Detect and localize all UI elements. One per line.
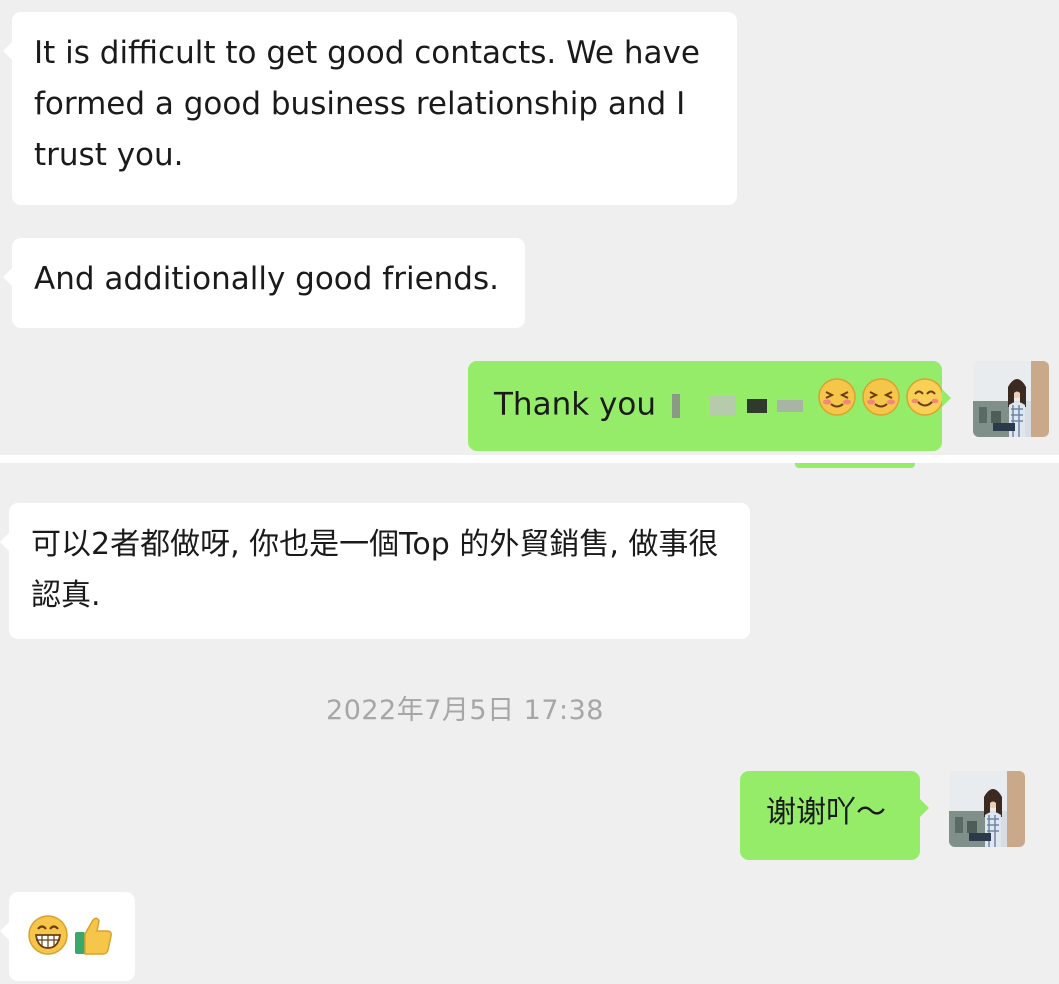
squinting-blush-emoji	[861, 377, 901, 433]
smiling-face-emoji	[905, 377, 945, 433]
user-avatar[interactable]	[973, 361, 1049, 437]
message-text: 谢谢吖～	[766, 795, 886, 830]
message-text: And additionally good friends.	[34, 261, 499, 297]
grinning-face-emoji	[27, 914, 69, 972]
message-text: It is difficult to get good contacts. We…	[34, 35, 700, 173]
thumbs-up-emoji	[73, 914, 113, 972]
squinting-blush-emoji	[817, 377, 857, 433]
received-message-bubble[interactable]: It is difficult to get good contacts. We…	[3, 12, 737, 205]
message-text: 可以2者都做呀, 你也是一個Top 的外貿銷售, 做事很認真.	[31, 527, 719, 613]
chat-panel-top: It is difficult to get good contacts. We…	[0, 0, 1059, 455]
received-message-bubble[interactable]: And additionally good friends.	[3, 238, 525, 328]
screenshot-divider	[0, 455, 1059, 463]
sent-message-bubble[interactable]: Thank you	[468, 361, 951, 451]
message-text: Thank you	[494, 386, 656, 423]
message-timestamp: 2022年7月5日 17:38	[326, 695, 604, 726]
received-message-bubble[interactable]	[0, 892, 135, 981]
received-message-bubble[interactable]: 可以2者都做呀, 你也是一個Top 的外貿銷售, 做事很認真.	[0, 503, 750, 639]
sent-message-bubble[interactable]: 谢谢吖～	[740, 771, 929, 860]
sent-bubble-edge	[795, 463, 915, 468]
chat-panel-bottom: 可以2者都做呀, 你也是一個Top 的外貿銷售, 做事很認真. 2022年7月5…	[0, 463, 1059, 984]
redacted-name	[671, 380, 804, 431]
user-avatar[interactable]	[949, 771, 1025, 847]
